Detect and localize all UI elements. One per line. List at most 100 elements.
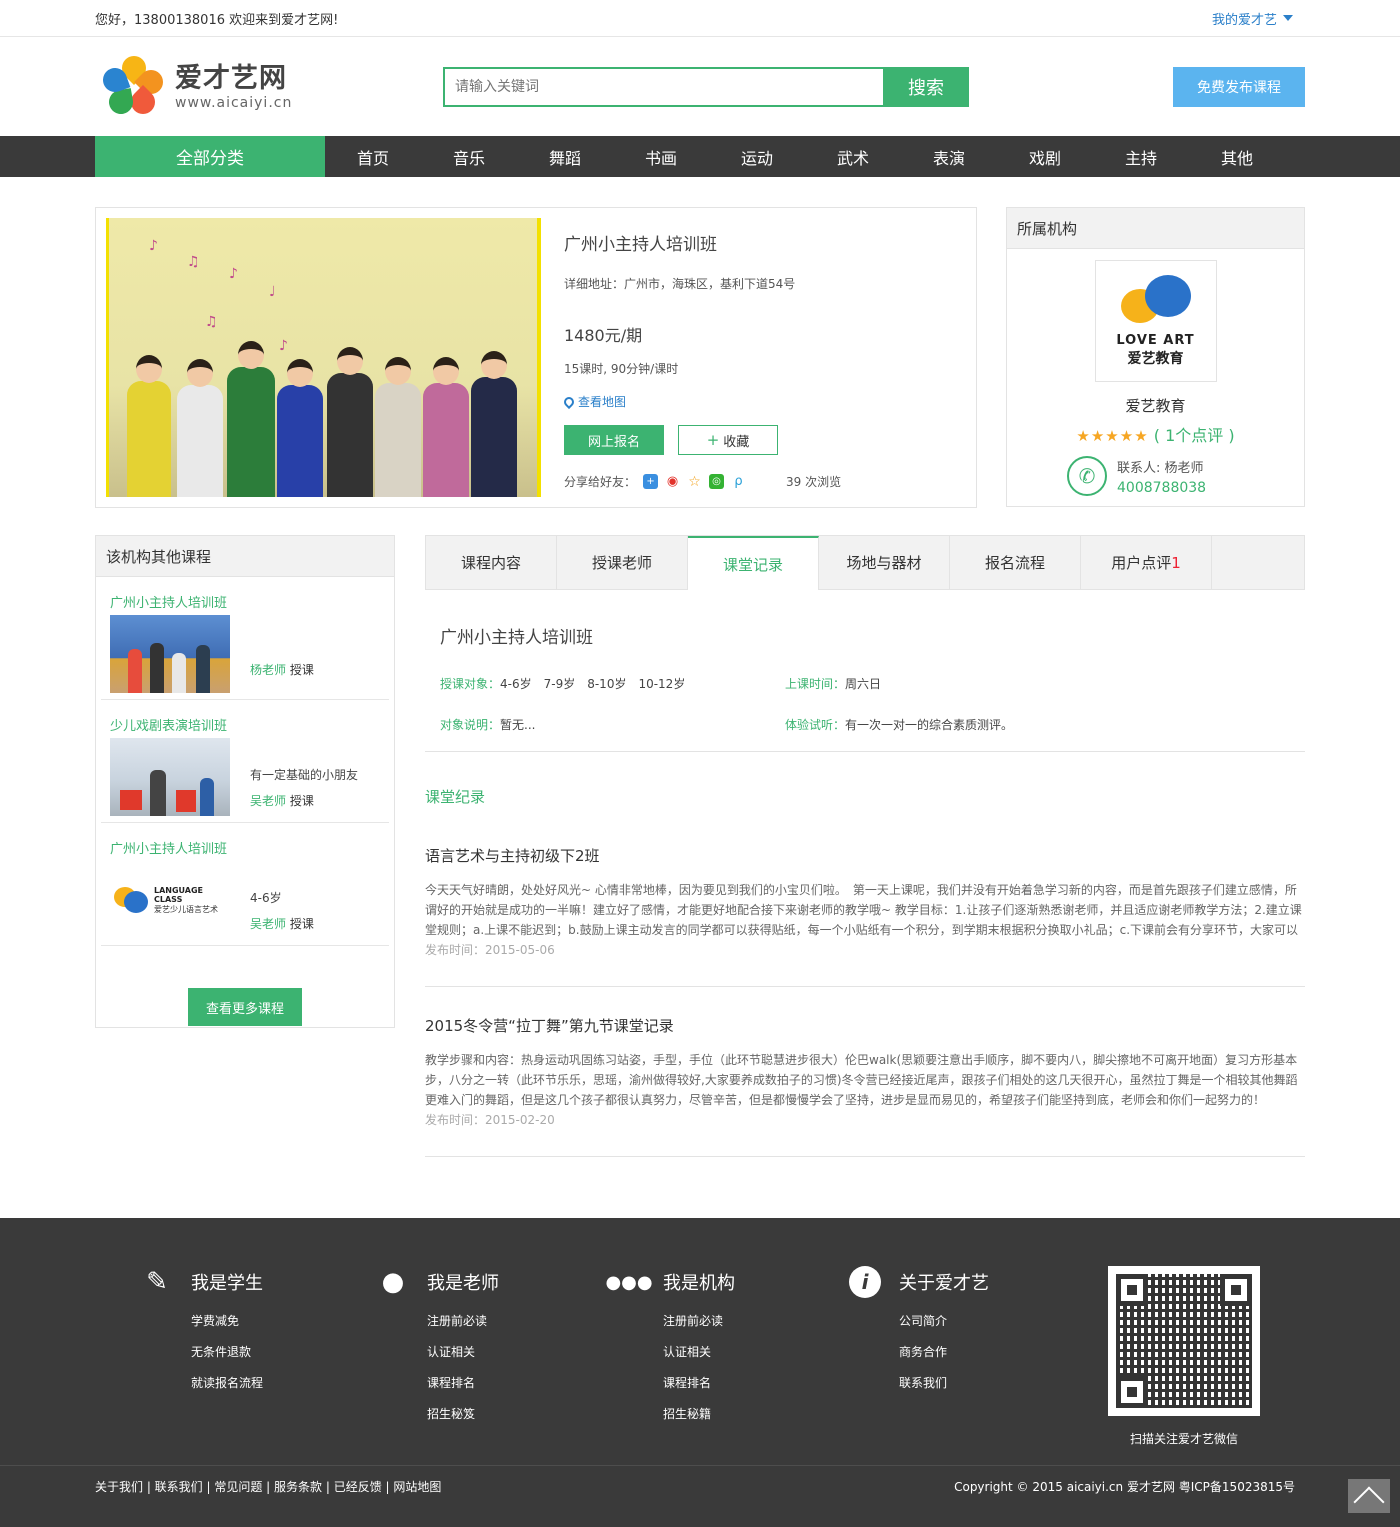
search-input[interactable] <box>443 66 883 107</box>
course-thumbnail[interactable]: LANGUAGE CLASS 爱艺少儿语言艺术 <box>110 861 230 939</box>
qzone-share-icon[interactable]: + <box>643 474 659 489</box>
record-body: 教学步骤和内容：热身运动巩固练习站姿，手型，手位（此环节聪慧进步很大）伦巴wal… <box>425 1053 1298 1107</box>
organization-header: 所属机构 <box>1007 208 1304 249</box>
course-thumbnail[interactable] <box>110 738 230 816</box>
copyright: Copyright © 2015 aicaiyi.cn 爱才艺网 粤ICP备15… <box>954 1479 1295 1494</box>
footer-link[interactable]: 学费减免 <box>191 1312 263 1329</box>
share-label: 分享给好友： <box>564 475 637 489</box>
organization-panel: 所属机构 LOVE ART 爱艺教育 爱艺教育 ★★★★★ ( 1个点评 ) ✆… <box>1006 207 1305 507</box>
list-item[interactable]: 少儿戏剧表演培训班 有一定基础的小朋友 吴老师 授课 <box>101 700 389 823</box>
contact-phone: 4008788038 <box>1117 479 1207 496</box>
class-time: 周六日 <box>845 677 882 691</box>
footer: ✎ 我是学生 学费减免 无条件退款 就读报名流程 ● 我是老师 注册前必读 认证相关… <box>0 1218 1400 1465</box>
list-item[interactable]: 广州小主持人培训班 杨老师 授课 <box>101 577 389 700</box>
edit-icon: ✎ <box>146 1267 168 1297</box>
course-hours: 15课时, 90分钟/课时 <box>564 362 679 376</box>
footer-link[interactable]: 课程排名 <box>663 1374 735 1391</box>
nav-item-dance[interactable]: 舞蹈 <box>517 136 613 177</box>
nav-item-martial-arts[interactable]: 武术 <box>805 136 901 177</box>
group-icon: ●●● <box>605 1271 653 1293</box>
list-item[interactable]: 广州小主持人培训班 LANGUAGE CLASS 爱艺少儿语言艺术 4-6岁 吴… <box>101 823 389 946</box>
bottom-bar: 关于我们 | 联系我们 | 常见问题 | 服务条款 | 已经反馈 | 网站地图 … <box>0 1465 1400 1527</box>
course-address: 详细地址：广州市，海珠区，基利下道54号 <box>564 277 796 291</box>
footer-link[interactable]: 就读报名流程 <box>191 1374 263 1391</box>
nav-item-other[interactable]: 其他 <box>1189 136 1285 177</box>
my-account-menu[interactable]: 我的爱才艺 <box>1212 9 1305 28</box>
tab-venue[interactable]: 场地与器材 <box>819 536 950 589</box>
trial-info: 有一次一对一的综合素质测评。 <box>845 718 1014 732</box>
search-button[interactable]: 搜索 <box>883 66 969 107</box>
footer-link[interactable]: 认证相关 <box>663 1343 735 1360</box>
favorite-share-icon[interactable]: ☆ <box>687 474 703 490</box>
course-title: 广州小主持人培训班 <box>564 235 717 255</box>
footer-link[interactable]: 招生秘籍 <box>663 1405 735 1422</box>
organization-rating: ★★★★★ ( 1个点评 ) <box>1007 422 1304 446</box>
wechat-share-icon[interactable]: ◎ <box>709 474 725 489</box>
record-date: 发布时间：2015-05-06 <box>425 943 555 957</box>
footer-link[interactable]: 招生秘笈 <box>427 1405 499 1422</box>
tab-enroll-process[interactable]: 报名流程 <box>950 536 1081 589</box>
organization-contact: ✆ 联系人: 杨老师 4008788038 <box>1067 456 1304 496</box>
course-thumbnail[interactable] <box>110 615 230 693</box>
info-icon: i <box>849 1266 881 1298</box>
footer-link[interactable]: 联系我们 <box>899 1374 989 1391</box>
record-title[interactable]: 2015冬令营“拉丁舞”第九节课堂记录 <box>425 1015 1305 1036</box>
footer-link[interactable]: 商务合作 <box>899 1343 989 1360</box>
tab-teachers[interactable]: 授课老师 <box>557 536 688 589</box>
wechat-qr-code <box>1108 1266 1260 1416</box>
footer-col-organization: ●●● 我是机构 注册前必读 认证相关 课程排名 招生秘籍 <box>605 1266 735 1422</box>
nav-item-performance[interactable]: 表演 <box>901 136 997 177</box>
tab-class-records[interactable]: 课堂记录 <box>688 536 819 590</box>
nav-item-painting[interactable]: 书画 <box>613 136 709 177</box>
bottom-links[interactable]: 关于我们 | 联系我们 | 常见问题 | 服务条款 | 已经反馈 | 网站地图 <box>95 1478 441 1495</box>
other-course-title[interactable]: 少儿戏剧表演培训班 <box>110 715 389 734</box>
back-to-top-button[interactable] <box>1348 1479 1390 1518</box>
other-courses-header: 该机构其他课程 <box>96 536 394 577</box>
publish-course-button[interactable]: 免费发布课程 <box>1173 66 1305 107</box>
footer-col-about: i 关于爱才艺 公司简介 商务合作 联系我们 <box>849 1266 989 1391</box>
logo-url: www.aicaiyi.cn <box>175 94 293 111</box>
tab-course-content[interactable]: 课程内容 <box>426 536 557 589</box>
records-section-title: 课堂纪录 <box>425 788 486 806</box>
footer-link[interactable]: 认证相关 <box>427 1343 499 1360</box>
tencent-share-icon[interactable]: ρ <box>731 474 747 489</box>
detail-tabs: 课程内容 授课老师 课堂记录 场地与器材 报名流程 用户点评 1 <box>425 535 1305 590</box>
other-course-title[interactable]: 广州小主持人培训班 <box>110 838 389 857</box>
organization-logo[interactable]: LOVE ART 爱艺教育 <box>1094 260 1217 382</box>
other-course-title[interactable]: 广州小主持人培训班 <box>110 592 389 611</box>
location-pin-icon <box>561 394 577 409</box>
footer-link[interactable]: 课程排名 <box>427 1374 499 1391</box>
enroll-button[interactable]: 网上报名 <box>564 425 664 455</box>
record-title[interactable]: 语言艺术与主持初级下2班 <box>425 845 1305 866</box>
footer-link[interactable]: 公司简介 <box>899 1312 989 1329</box>
star-icons: ★★★★★ <box>1076 427 1149 445</box>
view-map-link[interactable]: 查看地图 <box>561 393 966 410</box>
site-logo[interactable]: 爱才艺网 www.aicaiyi.cn <box>99 50 433 119</box>
nav-item-home[interactable]: 首页 <box>325 136 421 177</box>
view-map-label: 查看地图 <box>578 395 627 409</box>
chevron-up-icon <box>1353 1486 1385 1518</box>
logo-name: 爱才艺网 <box>175 62 287 94</box>
nav-item-music[interactable]: 音乐 <box>421 136 517 177</box>
nav-item-drama[interactable]: 戏剧 <box>997 136 1093 177</box>
footer-link[interactable]: 注册前必读 <box>427 1312 499 1329</box>
footer-link[interactable]: 注册前必读 <box>663 1312 735 1329</box>
weibo-share-icon[interactable]: ◉ <box>665 474 681 489</box>
plus-icon: + <box>706 431 720 449</box>
header: 爱才艺网 www.aicaiyi.cn 搜索 免费发布课程 <box>0 37 1400 136</box>
footer-link[interactable]: 无条件退款 <box>191 1343 263 1360</box>
nav-all-categories[interactable]: 全部分类 <box>95 136 325 177</box>
search-bar: 搜索 <box>443 66 969 107</box>
review-count[interactable]: ( 1个点评 ) <box>1154 426 1235 445</box>
share-row: 分享给好友： + ◉ ☆ ◎ ρ 39 次浏览 <box>564 473 966 490</box>
nav-item-sports[interactable]: 运动 <box>709 136 805 177</box>
nav-item-hosting[interactable]: 主持 <box>1093 136 1189 177</box>
course-photo: ♪ ♫ ♪ ♩ ♫ ♪ <box>106 218 541 497</box>
organization-logo-cn: 爱艺教育 <box>1127 350 1184 367</box>
more-courses-button[interactable]: 查看更多课程 <box>188 988 302 1026</box>
course-detail-summary: 广州小主持人培训班 授课对象：4-6岁 7-9岁 8-10岁 10-12岁 上课… <box>425 590 1305 752</box>
tab-user-reviews[interactable]: 用户点评 1 <box>1081 536 1212 589</box>
organization-name[interactable]: 爱艺教育 <box>1007 395 1304 416</box>
other-course-teacher: 吴老师 授课 <box>250 917 314 931</box>
favorite-button[interactable]: + 收藏 <box>678 425 778 455</box>
